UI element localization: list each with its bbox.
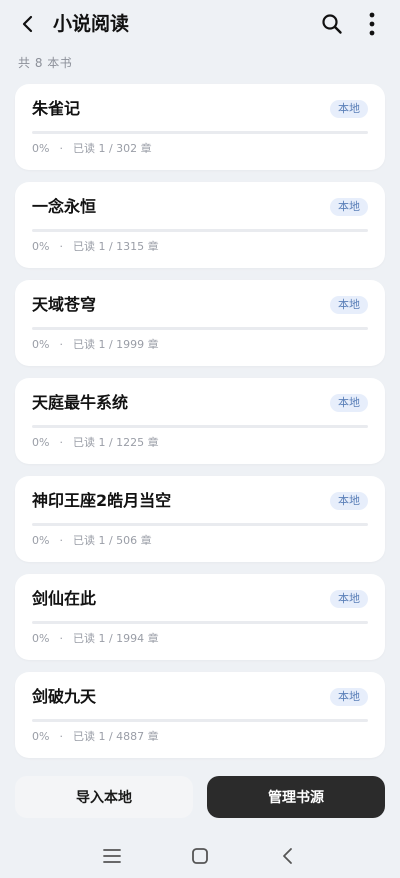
book-card[interactable]: 天域苍穹 本地 0% · 已读 1 / 1999 章 [15,280,385,366]
progress-percent: 0% [32,338,50,351]
reading-progress-bar [32,327,368,330]
home-square-icon [192,848,208,864]
book-count: 共 8 本书 [18,56,73,70]
reading-meta: 0% · 已读 1 / 1225 章 [32,435,159,451]
book-title: 天庭最牛系统 [32,393,129,412]
menu-icon [103,849,121,863]
meta-separator: · [59,142,63,155]
progress-percent: 0% [32,730,50,743]
nav-back-button[interactable] [276,844,300,868]
reading-progress-bar [32,425,368,428]
reading-progress-bar [32,621,368,624]
book-list: 朱雀记 本地 0% · 已读 1 / 302 章一念永恒 本地 0% · 已读 1 / 1315… [15,84,385,770]
reading-meta: 0% · 已读 1 / 4887 章 [32,729,159,745]
book-card[interactable]: 剑破九天 本地 0% · 已读 1 / 4887 章 [15,672,385,758]
back-button[interactable] [14,10,42,38]
chapter-progress: 已读 1 / 1994 章 [72,632,159,645]
reading-meta: 0% · 已读 1 / 1994 章 [32,631,159,647]
meta-separator: · [59,632,63,645]
source-badge: 本地 [330,590,368,608]
book-card[interactable]: 一念永恒 本地 0% · 已读 1 / 1315 章 [15,182,385,268]
book-title: 神印王座2皓月当空 [32,491,172,510]
back-chevron-icon [283,848,292,864]
meta-separator: · [59,534,63,547]
source-badge: 本地 [330,198,368,216]
chapter-progress: 已读 1 / 506 章 [72,534,152,547]
chapter-progress: 已读 1 / 1225 章 [72,436,159,449]
reading-meta: 0% · 已读 1 / 1999 章 [32,337,159,353]
search-icon [322,14,342,34]
reading-progress-bar [32,523,368,526]
meta-separator: · [59,730,63,743]
book-title: 剑破九天 [32,687,97,706]
book-card[interactable]: 神印王座2皓月当空 本地 0% · 已读 1 / 506 章 [15,476,385,562]
progress-percent: 0% [32,142,50,155]
chevron-left-icon [22,15,33,33]
page-title: 小说阅读 [53,13,130,35]
chapter-progress: 已读 1 / 1999 章 [72,338,159,351]
chapter-progress: 已读 1 / 4887 章 [72,730,159,743]
reading-meta: 0% · 已读 1 / 302 章 [32,141,152,157]
book-title: 天域苍穹 [32,295,97,314]
reading-meta: 0% · 已读 1 / 1315 章 [32,239,159,255]
meta-separator: · [59,240,63,253]
source-badge: 本地 [330,394,368,412]
source-badge: 本地 [330,296,368,314]
progress-percent: 0% [32,436,50,449]
chapter-progress: 已读 1 / 1315 章 [72,240,159,253]
nav-menu-button[interactable] [100,844,124,868]
import-local-button[interactable]: 导入本地 [15,776,193,818]
progress-percent: 0% [32,240,50,253]
book-card[interactable]: 剑仙在此 本地 0% · 已读 1 / 1994 章 [15,574,385,660]
search-button[interactable] [318,10,346,38]
book-card[interactable]: 天庭最牛系统 本地 0% · 已读 1 / 1225 章 [15,378,385,464]
nav-home-button[interactable] [188,844,212,868]
more-vertical-icon [369,12,375,36]
progress-percent: 0% [32,534,50,547]
source-badge: 本地 [330,100,368,118]
progress-percent: 0% [32,632,50,645]
reading-progress-bar [32,131,368,134]
book-card[interactable]: 朱雀记 本地 0% · 已读 1 / 302 章 [15,84,385,170]
reading-progress-bar [32,229,368,232]
more-options-button[interactable] [360,10,384,38]
book-title: 朱雀记 [32,99,81,118]
source-badge: 本地 [330,688,368,706]
manage-sources-button[interactable]: 管理书源 [207,776,385,818]
system-nav-bar [0,836,400,878]
meta-separator: · [59,338,63,351]
reading-progress-bar [32,719,368,722]
book-title: 一念永恒 [32,197,97,216]
reading-meta: 0% · 已读 1 / 506 章 [32,533,152,549]
top-app-bar: 小说阅读 [0,0,400,50]
source-badge: 本地 [330,492,368,510]
meta-separator: · [59,436,63,449]
book-title: 剑仙在此 [32,589,97,608]
chapter-progress: 已读 1 / 302 章 [72,142,152,155]
